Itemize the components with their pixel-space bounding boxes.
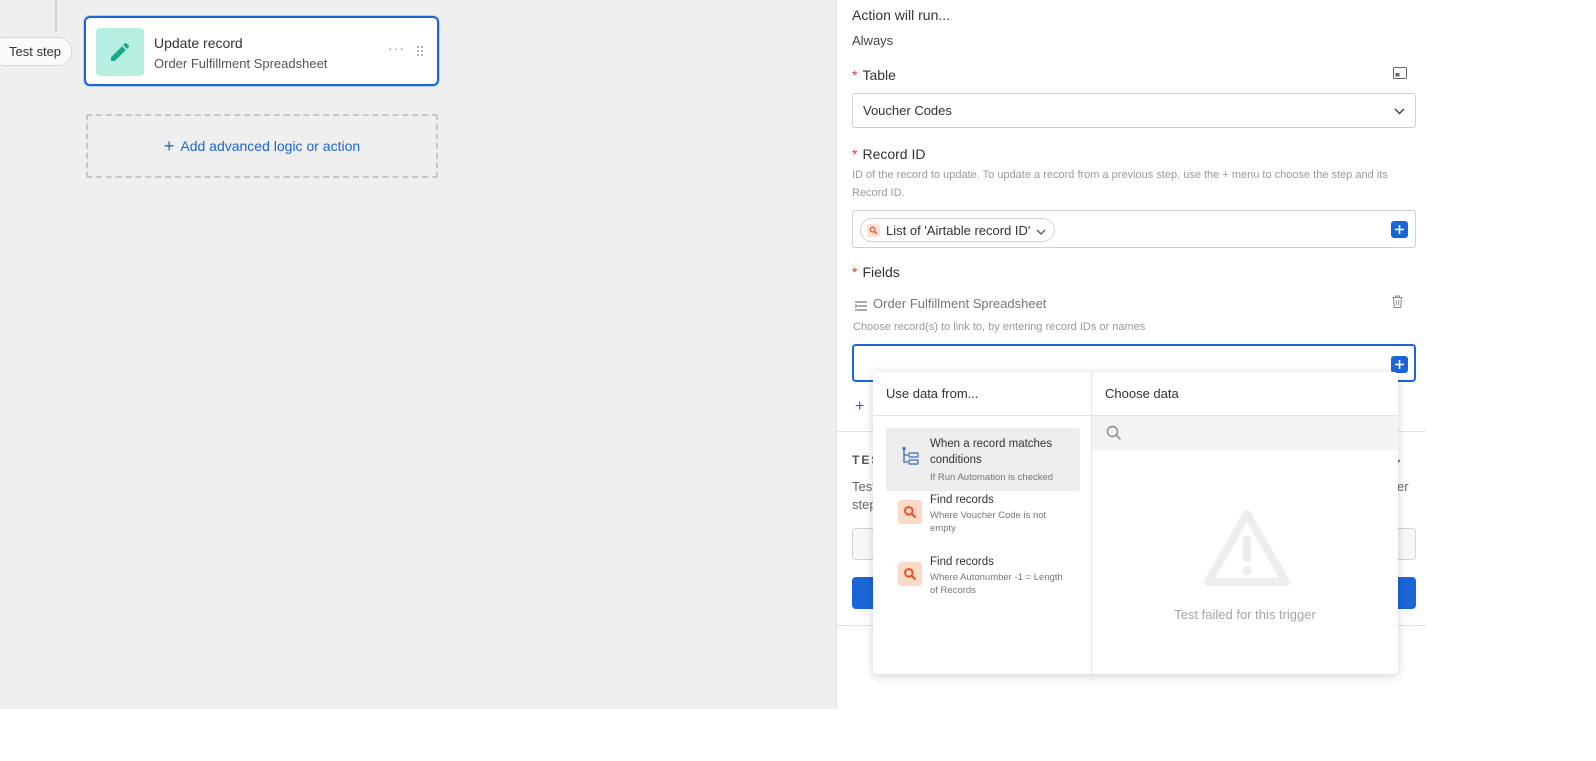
record-id-help-line-2: Record ID. [852, 187, 905, 199]
table-label: * Table [852, 67, 896, 83]
trigger-icon [898, 444, 922, 468]
insert-data-plus-icon[interactable] [1391, 221, 1408, 238]
record-id-token[interactable]: List of 'Airtable record ID' [860, 218, 1056, 242]
record-id-token-label: List of 'Airtable record ID' [886, 222, 1031, 238]
use-data-from-heading: Use data from... [886, 386, 979, 401]
insert-data-plus-icon[interactable] [1391, 356, 1408, 373]
fields-label: * Fields [852, 264, 900, 280]
search-icon [1106, 425, 1122, 446]
field-help: Choose record(s) to link to, by entering… [853, 321, 1146, 333]
field-name: Order Fulfillment Spreadsheet [873, 296, 1047, 311]
find-records-icon [867, 223, 880, 237]
data-source-title: When a record matches conditions [930, 438, 1053, 466]
run-condition-label: Action will run... [852, 7, 951, 23]
test-step-button[interactable]: Test step [0, 37, 73, 66]
step-title: Update record [154, 35, 243, 51]
choose-data-column: Choose data Test failed for this trigger [1092, 372, 1398, 674]
update-record-step-card[interactable]: Update record Order Fulfillment Spreadsh… [84, 16, 439, 86]
empty-state-message: Test failed for this trigger [1174, 607, 1316, 622]
test-step-label: Test step [9, 44, 62, 59]
record-id-label-text: Record ID [862, 146, 926, 162]
test-description-end: er [1397, 479, 1409, 494]
automation-canvas: Test step Update record Order Fulfillmen… [0, 0, 836, 709]
data-source-column: Use data from... When a record matches c… [873, 372, 1092, 674]
data-source-title: Find records [930, 556, 994, 568]
trash-icon[interactable] [1392, 295, 1403, 313]
search-icon [898, 500, 922, 524]
divider [873, 415, 1091, 416]
run-condition-value[interactable]: Always [852, 33, 893, 48]
search-icon [898, 562, 922, 586]
step-subtitle: Order Fulfillment Spreadsheet [154, 56, 328, 71]
data-search-input[interactable] [1092, 416, 1398, 450]
fields-label-text: Fields [862, 264, 900, 280]
record-id-input[interactable]: List of 'Airtable record ID' [852, 210, 1416, 248]
record-id-help: ID of the record to update. To update a … [852, 166, 1412, 202]
drag-handle-icon[interactable] [416, 44, 424, 62]
data-source-description: Where Voucher Code is not empty [930, 510, 1047, 534]
table-select[interactable]: Voucher Codes [852, 93, 1416, 128]
plus-icon: + [163, 136, 175, 156]
data-source-description: If Run Automation is checked [930, 472, 1054, 483]
add-advanced-logic-button[interactable]: + Add advanced logic or action [86, 114, 438, 178]
record-id-help-line-1: ID of the record to update. To update a … [852, 169, 1388, 181]
data-source-item[interactable]: Find records Where Autonumber -1 = Lengt… [886, 554, 1080, 614]
chevron-down-icon [1394, 103, 1405, 118]
choose-data-heading: Choose data [1105, 386, 1179, 401]
record-id-label: * Record ID [852, 146, 925, 162]
table-select-value: Voucher Codes [863, 103, 952, 118]
data-source-item[interactable]: When a record matches conditions If Run … [886, 428, 1080, 491]
data-source-item[interactable]: Find records Where Voucher Code is not e… [886, 492, 1080, 552]
linked-record-field-icon [854, 298, 867, 316]
add-logic-label: Add advanced logic or action [180, 138, 361, 154]
data-source-title: Find records [930, 494, 994, 506]
more-options-icon[interactable]: ··· [388, 40, 405, 56]
add-field-plus-icon[interactable]: + [855, 398, 864, 416]
required-marker: * [852, 67, 858, 83]
data-source-description: Where Autonumber -1 = Length of Records [930, 572, 1063, 596]
flow-connector [55, 0, 57, 32]
required-marker: * [852, 146, 858, 162]
data-picker-popover: Use data from... When a record matches c… [873, 372, 1398, 674]
table-label-text: Table [862, 67, 896, 83]
required-marker: * [852, 264, 858, 280]
table-view-icon[interactable] [1393, 67, 1407, 85]
pencil-icon [96, 28, 144, 76]
warning-icon [1202, 508, 1292, 593]
chevron-down-icon [1036, 223, 1046, 238]
